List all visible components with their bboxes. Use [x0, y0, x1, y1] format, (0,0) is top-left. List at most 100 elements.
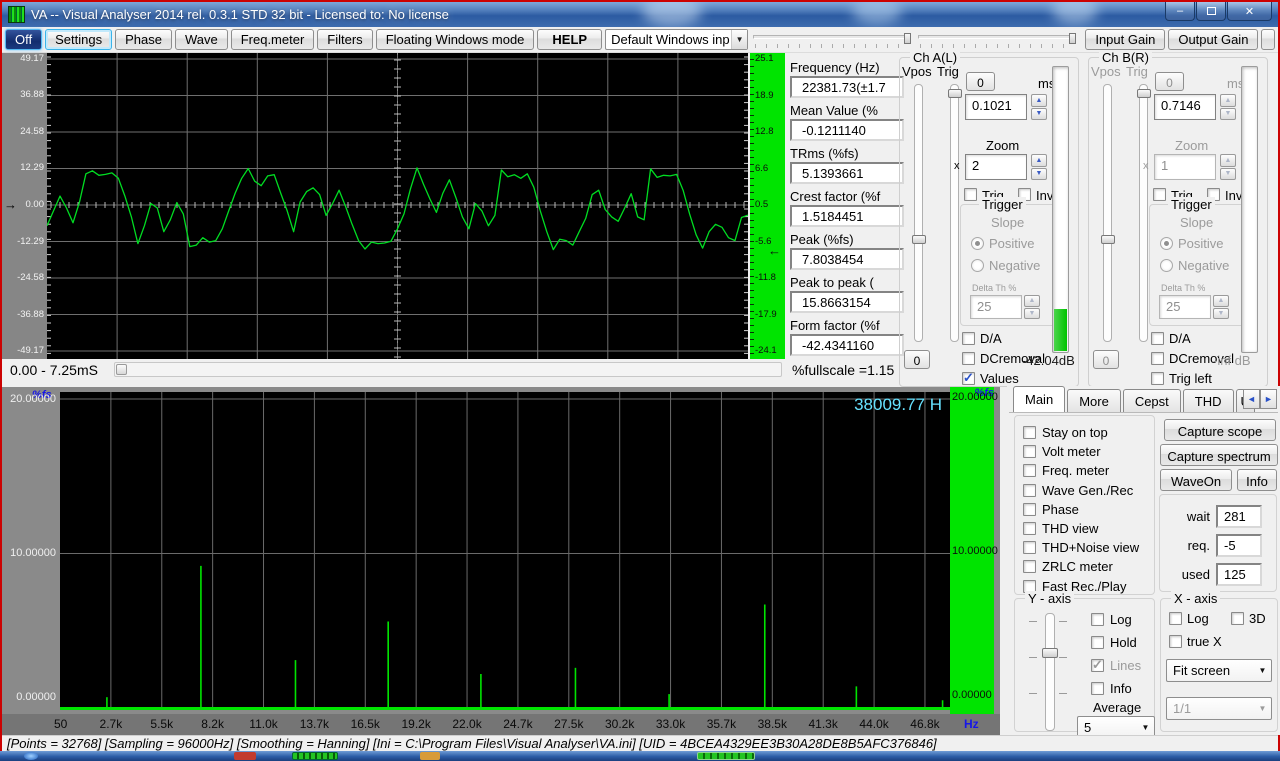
y-info-checkbox[interactable] — [1091, 682, 1104, 695]
slope-negative-radio[interactable] — [971, 259, 984, 272]
vpos-reset-button[interactable]: 0 — [1093, 350, 1119, 369]
toolbar-button-help[interactable]: HELP — [537, 29, 602, 50]
scrollbar-thumb[interactable] — [116, 364, 127, 375]
hold-checkbox[interactable] — [1091, 636, 1104, 649]
input-gain-button[interactable]: Input Gain — [1085, 29, 1165, 50]
toolbar-button-freq-meter[interactable]: Freq.meter — [231, 29, 315, 50]
x-log-checkbox[interactable] — [1169, 612, 1182, 625]
maximize-button[interactable] — [1196, 2, 1226, 21]
vpos-slider[interactable] — [1103, 84, 1112, 342]
checkbox[interactable] — [1023, 560, 1036, 573]
tab-thd[interactable]: THD — [1183, 389, 1234, 412]
taskbar-item[interactable] — [234, 752, 256, 760]
toggle-stay-on-top[interactable]: Stay on top — [1023, 423, 1154, 442]
delta-th-spinner[interactable]: ▲▼ — [1213, 295, 1229, 319]
output-gain-button[interactable]: Output Gain — [1168, 29, 1258, 50]
values-checkbox[interactable] — [962, 372, 975, 385]
capture-spectrum-button[interactable]: Capture spectrum — [1160, 444, 1278, 466]
capture-scope-button[interactable]: Capture scope — [1164, 419, 1276, 441]
input-gain-slider[interactable] — [751, 31, 913, 49]
toolbar-button-settings[interactable]: Settings — [45, 29, 112, 50]
msd-spinner[interactable]: ▲▼ — [1220, 94, 1236, 120]
start-orb-icon[interactable] — [24, 752, 38, 760]
scope-scrollbar[interactable] — [114, 362, 782, 377]
close-button[interactable]: ✕ — [1227, 2, 1272, 21]
toggle-zrlc-meter[interactable]: ZRLC meter — [1023, 557, 1154, 576]
toggle-phase[interactable]: Phase — [1023, 500, 1154, 519]
slope-positive-radio[interactable] — [971, 237, 984, 250]
vpos-slider[interactable] — [914, 84, 923, 342]
info-button[interactable]: Info — [1237, 469, 1277, 491]
trig-checkbox[interactable] — [1153, 188, 1166, 201]
tab-main[interactable]: Main — [1013, 386, 1065, 412]
title-bar[interactable]: VA -- Visual Analyser 2014 rel. 0.3.1 ST… — [2, 2, 1278, 27]
zoom-spinner[interactable]: ▲▼ — [1031, 154, 1047, 180]
msd-input[interactable]: 0.7146 — [1154, 94, 1216, 120]
truex-checkbox[interactable] — [1169, 635, 1182, 648]
minimize-button[interactable]: – — [1165, 2, 1195, 21]
slider-thumb[interactable] — [1069, 33, 1076, 44]
checkbox[interactable] — [1023, 541, 1036, 554]
slope-negative-radio[interactable] — [1160, 259, 1173, 272]
toggle-thd-noise-view[interactable]: THD+Noise view — [1023, 538, 1154, 557]
output-gain-slider[interactable] — [916, 31, 1078, 49]
checkbox[interactable] — [1023, 503, 1036, 516]
toolbar-button-filters[interactable]: Filters — [317, 29, 372, 50]
zoom-spinner[interactable]: ▲▼ — [1220, 154, 1236, 180]
checkbox[interactable] — [1023, 522, 1036, 535]
dcremoval-checkbox[interactable] — [962, 352, 975, 365]
taskbar-item-va[interactable] — [292, 752, 338, 760]
toggle-thd-view[interactable]: THD view — [1023, 519, 1154, 538]
da-checkbox[interactable] — [1151, 332, 1164, 345]
tab-cepst[interactable]: Cepst — [1123, 389, 1181, 412]
checkbox[interactable] — [1023, 445, 1036, 458]
input-device-combo[interactable]: Default Windows inp ▼ — [605, 29, 748, 50]
slider-thumb[interactable] — [904, 33, 911, 44]
toolbar-button-phase[interactable]: Phase — [115, 29, 172, 50]
y-log-checkbox[interactable] — [1091, 613, 1104, 626]
taskbar-item[interactable] — [420, 752, 440, 760]
toolbar-overflow-button[interactable] — [1261, 29, 1275, 50]
tab-more[interactable]: More — [1067, 389, 1121, 412]
wave-on-button[interactable]: WaveOn — [1160, 469, 1232, 491]
windows-taskbar[interactable] — [0, 751, 1280, 761]
toolbar-button-wave[interactable]: Wave — [175, 29, 228, 50]
toolbar-button-off[interactable]: Off — [5, 29, 42, 50]
lines-checkbox[interactable] — [1091, 659, 1104, 672]
scope-y-label: 36.88 — [20, 89, 44, 100]
zoom-input[interactable]: 1 — [1154, 154, 1216, 180]
fit-screen-combo[interactable]: Fit screen ▼ — [1166, 659, 1272, 682]
spectrum-plot[interactable] — [60, 392, 950, 710]
trig-left-checkbox[interactable] — [1151, 372, 1164, 385]
da-checkbox[interactable] — [962, 332, 975, 345]
msd-spinner[interactable]: ▲▼ — [1031, 94, 1047, 120]
toggle-wave-gen-rec[interactable]: Wave Gen./Rec — [1023, 481, 1154, 500]
taskbar-item-active[interactable] — [697, 752, 755, 760]
msd-input[interactable]: 0.1021 — [965, 94, 1027, 120]
checkbox[interactable] — [1023, 484, 1036, 497]
trig-slider[interactable] — [950, 84, 959, 342]
checkbox-label: THD+Noise view — [1042, 540, 1139, 555]
delta-th-input[interactable]: 25 — [1159, 295, 1211, 319]
divider-combo[interactable]: 1/1 ▼ — [1166, 697, 1272, 720]
3d-checkbox[interactable] — [1231, 612, 1244, 625]
vpos-reset-button[interactable]: 0 — [904, 350, 930, 369]
y-scale-slider[interactable] — [1045, 613, 1055, 731]
checkbox[interactable] — [1023, 464, 1036, 477]
toggle-freq-meter[interactable]: Freq. meter — [1023, 461, 1154, 480]
trig-reset-button[interactable]: 0 — [1155, 72, 1184, 91]
tab-scroll-right-icon[interactable]: ► — [1260, 389, 1277, 409]
zoom-input[interactable]: 2 — [965, 154, 1027, 180]
checkbox[interactable] — [1023, 426, 1036, 439]
trig-reset-button[interactable]: 0 — [966, 72, 995, 91]
tab-scroll-left-icon[interactable]: ◄ — [1243, 389, 1260, 409]
toolbar-button-floating-windows-mode[interactable]: Floating Windows mode — [376, 29, 535, 50]
slope-positive-radio[interactable] — [1160, 237, 1173, 250]
toggle-volt-meter[interactable]: Volt meter — [1023, 442, 1154, 461]
trig-checkbox[interactable] — [964, 188, 977, 201]
oscilloscope-plot[interactable] — [47, 53, 748, 359]
delta-th-spinner[interactable]: ▲▼ — [1024, 295, 1040, 319]
trig-slider[interactable] — [1139, 84, 1148, 342]
delta-th-input[interactable]: 25 — [970, 295, 1022, 319]
dcremoval-checkbox[interactable] — [1151, 352, 1164, 365]
